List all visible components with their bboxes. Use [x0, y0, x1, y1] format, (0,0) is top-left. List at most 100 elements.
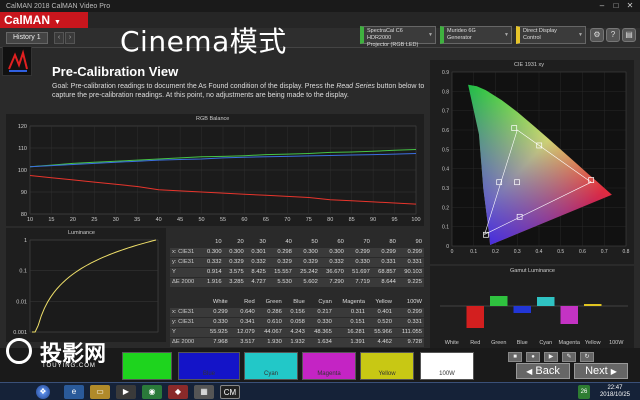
- stop-icon[interactable]: ■: [508, 352, 522, 362]
- calman-taskbar-button[interactable]: CM: [220, 385, 240, 399]
- x-tick-label: 0.8: [623, 249, 630, 255]
- x-tick-label: 20: [70, 217, 76, 223]
- maximize-button[interactable]: □: [610, 1, 622, 10]
- y-tick-label: 0.4: [442, 167, 449, 173]
- table-cell: 0.331: [397, 256, 424, 267]
- table-header-cell: White: [212, 298, 228, 305]
- table-cell: 0.332: [201, 256, 224, 267]
- table-cell: 0.299: [371, 246, 398, 257]
- help-icon[interactable]: ?: [606, 28, 620, 42]
- device-line-1: Murideo 6G Generator: [447, 28, 476, 41]
- table-cell: 16.281: [333, 326, 367, 337]
- table-row: x: CIE31 0.299 0.640 0.286 0.156 0.217 0…: [170, 306, 424, 317]
- app-icon[interactable]: ◆: [168, 385, 188, 399]
- table-header-cell: 100W: [406, 298, 422, 305]
- table-cell: 0.300: [223, 246, 246, 257]
- table-cell: y: CIE31: [170, 256, 202, 267]
- y-tick-label: 120: [18, 124, 27, 130]
- tab-history[interactable]: History 1: [6, 32, 48, 44]
- minimize-button[interactable]: –: [596, 1, 608, 10]
- back-button[interactable]: ◀ Back: [516, 363, 570, 379]
- display-device-selector[interactable]: Direct Display Control ▼: [516, 26, 586, 44]
- y-tick-label: 0.9: [442, 70, 449, 76]
- table-header-cell: 50: [311, 238, 318, 245]
- table-cell: 5.530: [267, 276, 294, 287]
- table-header-cell: 40: [285, 238, 292, 245]
- x-tick-label: 35: [134, 217, 140, 223]
- x-tick-label: 15: [48, 217, 54, 223]
- x-tick-label: 0.6: [579, 249, 586, 255]
- table-cell: 90.103: [397, 266, 424, 277]
- clock[interactable]: 22:47 2018/10/25: [600, 385, 630, 399]
- tab-scroll-left-icon[interactable]: ‹: [54, 32, 64, 44]
- table-cell: 0.299: [202, 306, 230, 317]
- table-header-cell: Green: [265, 298, 282, 305]
- y-tick-label: 0.3: [442, 186, 449, 192]
- calman-menu-button[interactable]: CalMAN ▼: [0, 12, 88, 28]
- table-header-cell: 80: [389, 238, 396, 245]
- table-cell: 7.968: [202, 336, 230, 347]
- settings-icon[interactable]: ✎: [562, 352, 576, 362]
- start-button-icon[interactable]: ❖: [36, 385, 50, 399]
- table-cell: 0.298: [267, 246, 294, 257]
- explorer-icon[interactable]: ▭: [90, 385, 110, 399]
- swatch-green[interactable]: [122, 352, 172, 380]
- meter-device-selector[interactable]: SpectraCal C6 HDR2000 Projector (RGB LED…: [360, 26, 436, 48]
- table-row: y: CIE31 0.332 0.329 0.332 0.329 0.329 0…: [170, 256, 424, 267]
- swatch-label: Yellow: [378, 371, 396, 377]
- read-series-icon[interactable]: ▶: [544, 352, 558, 362]
- chrome-icon[interactable]: ◉: [142, 385, 162, 399]
- table-cell: 15.557: [267, 266, 294, 277]
- x-tick-label: 0.2: [492, 249, 499, 255]
- table-cell: 0.330: [306, 316, 334, 327]
- generator-device-selector[interactable]: Murideo 6G Generator ▼: [440, 26, 512, 44]
- device-line-1: Direct Display Control: [523, 28, 557, 41]
- media-icon[interactable]: ▶: [116, 385, 136, 399]
- close-button[interactable]: ✕: [624, 1, 636, 10]
- calman-logo-icon: [2, 46, 32, 76]
- table-row: ΔE 2000 7.968 3.517 1.930 1.932 1.634 1.…: [170, 336, 424, 347]
- y-tick-label: 0.1: [19, 269, 27, 275]
- x-tick-label: 100: [411, 217, 420, 223]
- y-tick-label: 110: [18, 146, 27, 152]
- chevron-down-icon: ▼: [428, 32, 433, 38]
- swatch-yellow[interactable]: Yellow: [360, 352, 414, 380]
- table-cell: 68.857: [371, 266, 398, 277]
- back-arrow-icon: ◀: [526, 367, 533, 376]
- y-tick-label: 0.6: [442, 128, 449, 134]
- watermark-subtext: TOUYING.COM: [42, 363, 96, 369]
- x-tick-label: 0.4: [536, 249, 543, 255]
- layout-icon[interactable]: ▤: [622, 28, 636, 42]
- swatch-cyan[interactable]: Cyan: [244, 352, 298, 380]
- table-cell: 0.151: [333, 316, 367, 327]
- swatch-label: Blue: [202, 371, 215, 377]
- ie-icon[interactable]: e: [64, 385, 84, 399]
- loop-icon[interactable]: ↻: [580, 352, 594, 362]
- rgb-balance-chart: 120 110 100 90 80 10 15 20 25 30 35 40 45 50 55 60 65 70 7…: [18, 124, 421, 223]
- settings-gear-icon[interactable]: ⚙: [590, 28, 604, 42]
- x-tick-label: 30: [113, 217, 119, 223]
- table-cell: 4.243: [283, 326, 307, 337]
- table-cell: 0.332: [245, 256, 268, 267]
- chevron-down-icon: ▼: [578, 32, 583, 38]
- folder-icon[interactable]: ▦: [194, 385, 214, 399]
- table-cell: 51.697: [345, 266, 372, 277]
- tab-scroll-right-icon[interactable]: ›: [65, 32, 75, 44]
- clock-time: 22:47: [607, 385, 623, 391]
- swatch-magenta[interactable]: Magenta: [302, 352, 356, 380]
- table-header-row: 10 20 30 40 50 60 70 80 90: [170, 237, 424, 247]
- table-cell: 0.058: [283, 316, 307, 327]
- table-cell: 25.242: [293, 266, 320, 277]
- swatch-blue[interactable]: Blue: [178, 352, 240, 380]
- next-button[interactable]: Next ▶: [574, 363, 628, 379]
- cie-chart: 0 0.1 0.2 0.3 0.4 0.5 0.6 0.7 0.8 0.9 0.8 0.7 0.6 0.5…: [442, 70, 630, 255]
- table-cell: 9.225: [397, 276, 424, 287]
- gamut-label: Yellow: [585, 340, 601, 346]
- table-header-cell: Red: [244, 298, 255, 305]
- notification-badge[interactable]: 26: [578, 385, 590, 399]
- x-tick-label: 50: [198, 217, 204, 223]
- swatch-100w[interactable]: 100W: [420, 352, 474, 380]
- x-tick-label: 80: [327, 217, 333, 223]
- table-header-cell: Cyan: [318, 298, 332, 305]
- record-icon[interactable]: ●: [526, 352, 540, 362]
